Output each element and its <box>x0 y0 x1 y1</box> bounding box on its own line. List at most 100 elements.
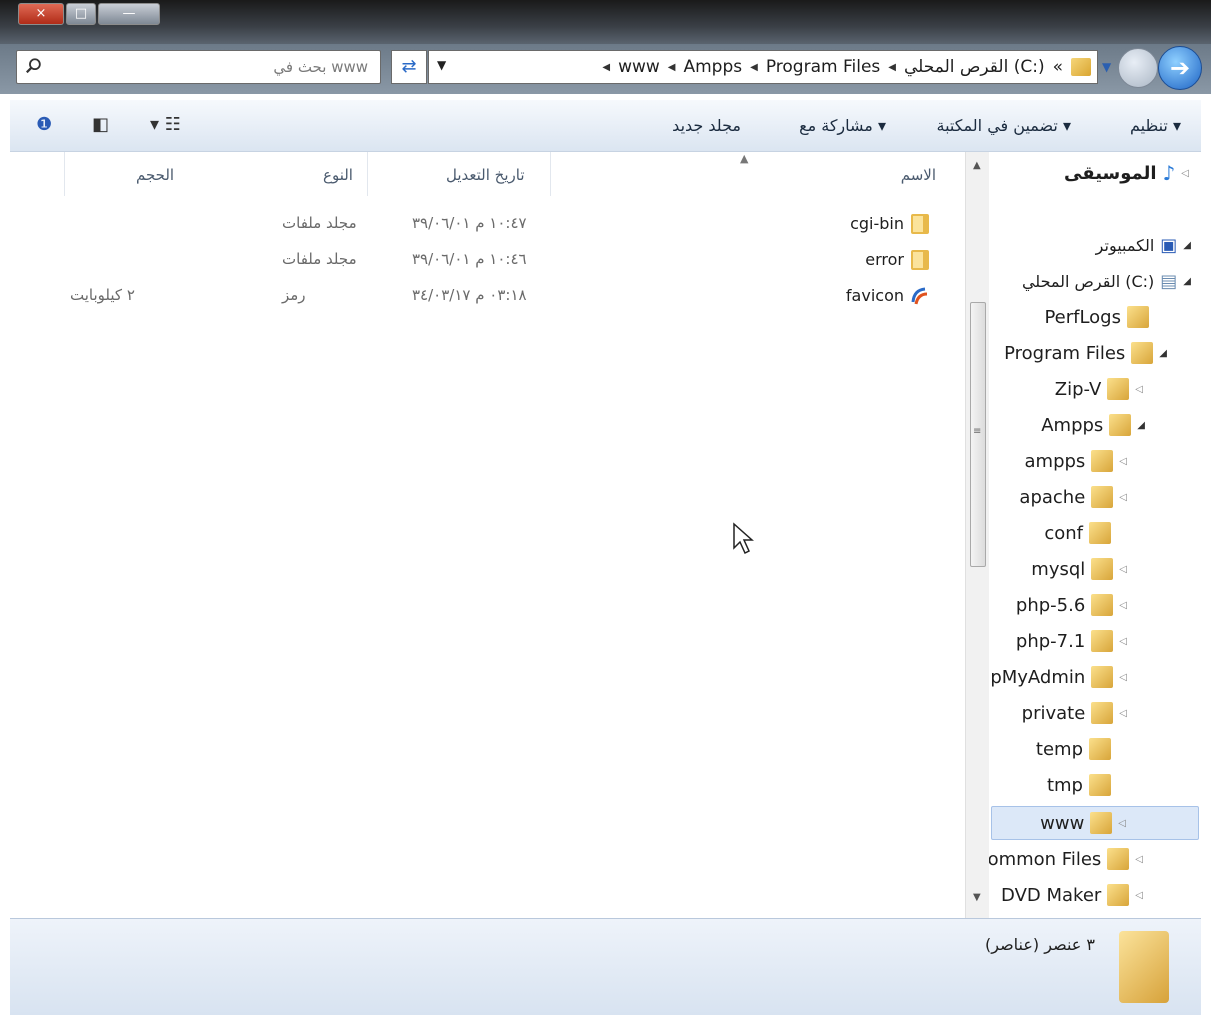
file-row[interactable]: favicon ٠٣:١٨ م ٣٤/٠٣/١٧ رمز ٢ كيلوبايت <box>10 280 962 314</box>
include-in-library-button[interactable]: تضمين في المكتبة ▾ <box>936 116 1071 135</box>
scroll-up-icon[interactable]: ▲ <box>973 160 981 171</box>
breadcrumb-item-program-files[interactable]: Program Files <box>766 57 880 77</box>
breadcrumb-item-local-disk[interactable]: القرص المحلي (C:) <box>904 57 1045 77</box>
share-with-button[interactable]: مشاركة مع ▾ <box>799 116 886 135</box>
breadcrumb-item-www[interactable]: www <box>618 57 660 77</box>
expand-arrow-icon[interactable]: ◁ <box>1119 600 1127 611</box>
folder-icon <box>1089 774 1111 796</box>
column-separator[interactable] <box>367 152 368 196</box>
expand-arrow-icon[interactable]: ◁ <box>1181 168 1189 179</box>
file-row[interactable]: cgi-bin ١٠:٤٧ م ٣٩/٠٦/٠١ مجلد ملفات <box>10 208 962 242</box>
folder-icon <box>1091 450 1114 472</box>
crumb-arrow-icon[interactable]: ◀ <box>668 62 676 73</box>
address-bar[interactable]: ▼ ◀ www ◀ Ampps ◀ Program Files ◀ القرص … <box>428 50 1098 84</box>
search-input[interactable]: بحث في www <box>16 50 381 84</box>
column-header-size[interactable]: الحجم <box>136 166 174 184</box>
minimize-icon: — <box>122 6 136 21</box>
crumb-arrow-icon[interactable]: ◀ <box>750 62 758 73</box>
folder-icon <box>911 250 929 270</box>
column-header-type[interactable]: النوع <box>323 166 353 184</box>
address-dropdown-icon[interactable]: ▼ <box>437 58 446 72</box>
tree-item-program-files[interactable]: Program Files ◢ <box>1004 336 1167 370</box>
maximize-button[interactable]: □ <box>66 3 96 25</box>
tree-item-phpmyadmin[interactable]: pMyAdmin ◁ <box>990 660 1127 694</box>
command-toolbar: تنظيم ▾ تضمين في المكتبة ▾ مشاركة مع ▾ م… <box>10 100 1201 152</box>
organize-button[interactable]: تنظيم ▾ <box>1130 116 1181 135</box>
tree-item-www[interactable]: www ◁ <box>991 806 1199 840</box>
folder-icon <box>1090 812 1113 834</box>
scroll-down-icon[interactable]: ▼ <box>973 892 981 903</box>
tree-item-apache[interactable]: apache ◁ <box>1019 480 1127 514</box>
forward-button[interactable] <box>1118 48 1158 88</box>
file-type: مجلد ملفات <box>282 250 357 268</box>
column-separator[interactable] <box>550 152 551 196</box>
folder-icon <box>1107 884 1130 906</box>
tree-item-ampps-sub[interactable]: ampps ◁ <box>1025 444 1127 478</box>
expand-arrow-icon[interactable]: ◁ <box>1119 564 1127 575</box>
music-icon: ♪ <box>1162 161 1176 185</box>
expand-arrow-icon[interactable]: ◁ <box>1119 492 1127 503</box>
column-separator[interactable] <box>64 152 65 196</box>
scroll-grip-icon: ≡ <box>973 426 982 437</box>
column-header-modified[interactable]: تاريخ التعديل <box>446 166 525 184</box>
tree-item-label: www <box>1040 812 1085 834</box>
folder-icon <box>1089 522 1111 544</box>
file-row[interactable]: error ١٠:٤٦ م ٣٩/٠٦/٠١ مجلد ملفات <box>10 244 962 278</box>
tree-item-tmp[interactable]: tmp <box>1047 768 1111 802</box>
tree-item-conf[interactable]: conf <box>1044 516 1111 550</box>
tree-item-local-disk[interactable]: القرص المحلي (C:) ▤ ◢ <box>1022 264 1191 298</box>
expand-arrow-icon[interactable]: ◁ <box>1135 854 1143 865</box>
breadcrumb-overflow[interactable]: « <box>1053 57 1063 77</box>
search-placeholder: بحث في www <box>273 58 368 76</box>
collapse-arrow-icon[interactable]: ◢ <box>1183 240 1191 251</box>
tree-item-common-files[interactable]: ommon Files ◁ <box>989 842 1143 876</box>
tree-item-music[interactable]: الموسيقى ♪ ◁ <box>1064 156 1189 190</box>
crumb-arrow-icon[interactable]: ◀ <box>888 62 896 73</box>
close-button[interactable]: × <box>18 3 64 25</box>
tree-item-ampps[interactable]: Ampps ◢ <box>1041 408 1145 442</box>
refresh-button[interactable]: ⇄ <box>391 50 427 84</box>
expand-arrow-icon[interactable]: ◁ <box>1119 672 1127 683</box>
collapse-arrow-icon[interactable]: ◢ <box>1137 420 1145 431</box>
minimize-button[interactable]: — <box>98 3 160 25</box>
tree-item-zip-v[interactable]: Zip-V ◁ <box>1055 372 1143 406</box>
file-name: favicon <box>845 286 904 305</box>
tree-item-label: mysql <box>1031 558 1086 580</box>
new-folder-button[interactable]: مجلد جديد <box>672 116 741 135</box>
tree-item-label: php-7.1 <box>1015 630 1086 652</box>
tree-item-temp[interactable]: temp <box>1036 732 1111 766</box>
expand-arrow-icon[interactable]: ◁ <box>1135 890 1143 901</box>
tree-item-mysql[interactable]: mysql ◁ <box>1031 552 1127 586</box>
tree-item-computer[interactable]: الكمبيوتر ▣ ◢ <box>1096 228 1191 262</box>
drive-icon: ▤ <box>1160 270 1178 292</box>
tree-item-label: apache <box>1019 486 1086 508</box>
details-pane: ٣ عنصر (عناصر) <box>10 918 1201 1015</box>
tree-item-dvd-maker[interactable]: DVD Maker ◁ <box>1001 878 1143 912</box>
view-options-icon[interactable]: ▾ ☷ <box>150 114 181 135</box>
crumb-arrow-icon[interactable]: ◀ <box>602 62 610 73</box>
breadcrumb-item-ampps[interactable]: Ampps <box>683 57 742 77</box>
expand-arrow-icon[interactable]: ◁ <box>1119 456 1127 467</box>
tree-item-label: DVD Maker <box>1001 884 1102 906</box>
back-button[interactable]: ➔ <box>1158 46 1202 90</box>
recent-pages-dropdown-icon[interactable]: ▼ <box>1102 60 1111 74</box>
expand-arrow-icon[interactable]: ◁ <box>1118 818 1126 829</box>
collapse-arrow-icon[interactable]: ◢ <box>1159 348 1167 359</box>
expand-arrow-icon[interactable]: ◁ <box>1119 636 1127 647</box>
expand-arrow-icon[interactable]: ◁ <box>1135 384 1143 395</box>
collapse-arrow-icon[interactable]: ◢ <box>1183 276 1191 287</box>
folder-icon <box>1119 931 1169 1003</box>
file-list: ▲ الاسم تاريخ التعديل النوع الحجم cgi-bi… <box>10 152 962 918</box>
column-header-name[interactable]: الاسم <box>901 166 936 184</box>
tree-item-label: tmp <box>1046 774 1083 796</box>
help-icon[interactable]: ❶ <box>36 114 52 135</box>
tree-item-php-71[interactable]: php-7.1 ◁ <box>1016 624 1127 658</box>
tree-item-php-56[interactable]: php-5.6 ◁ <box>1016 588 1127 622</box>
mouse-cursor-icon <box>733 522 754 555</box>
navigation-scrollbar[interactable]: ▲ ≡ ▼ <box>965 152 989 918</box>
folder-icon <box>1089 738 1111 760</box>
preview-pane-icon[interactable]: ◧ <box>92 114 109 135</box>
expand-arrow-icon[interactable]: ◁ <box>1119 708 1127 719</box>
tree-item-private[interactable]: private ◁ <box>1022 696 1127 730</box>
tree-item-perflogs[interactable]: PerfLogs <box>1044 300 1149 334</box>
